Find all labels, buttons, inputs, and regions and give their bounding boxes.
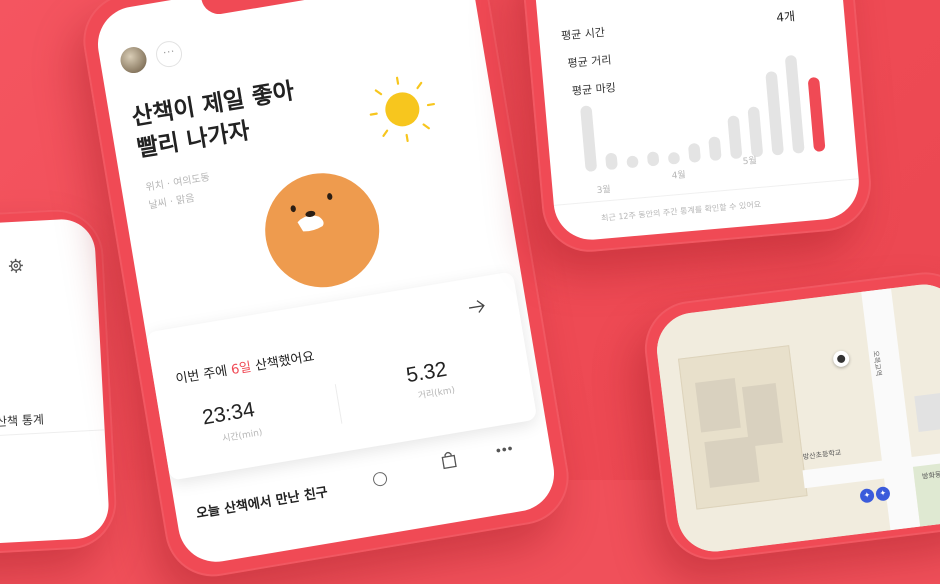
location-text: 위치 · 여의도동 (144, 168, 210, 193)
left-phone-screen: 산책 통계 (0, 218, 110, 547)
weekly-days-count: 6일 (230, 360, 252, 378)
weekly-summary-card[interactable]: 이번 주에 6일 산책했어요 23:34 시간(min) 5.32 거리(km) (146, 271, 538, 480)
more-button[interactable]: ··· (154, 39, 184, 69)
section-title: 오늘 산책에서 만난 친구 (194, 481, 328, 522)
chart-bar (668, 152, 681, 165)
stats-phone-screen: 평균 시간 4개 평균 거리 평균 마킹 3월 4월 5월 최근 12주 동안의… (532, 0, 862, 243)
more-tab-icon[interactable]: ••• (495, 440, 515, 459)
chart-bar (626, 155, 639, 168)
chart-bar (647, 151, 660, 166)
chart-bar (785, 55, 805, 154)
gear-icon[interactable] (8, 257, 25, 274)
shopping-bag-icon[interactable] (439, 449, 458, 469)
avg-time-label: 평균 시간 (560, 24, 605, 44)
map-phone: 방산초등학교 오목교역 방화동대전유초교 ✦ ✦ (639, 267, 940, 565)
footnote: 최근 12주 동안의 주간 통계를 확인할 수 있어요 (601, 199, 762, 224)
chart-bar (727, 115, 742, 159)
map-block (678, 345, 808, 510)
weekly-bar-chart (571, 31, 831, 172)
arrow-right-icon[interactable] (467, 298, 487, 315)
home-tab-icon[interactable] (372, 471, 388, 487)
chart-bar (605, 152, 618, 170)
main-phone-screen: ··· 산책이 제일 좋아 빨리 나가자 위치 · 여의도동 날씨 · 맑음 (92, 0, 560, 568)
chart-bar (688, 143, 701, 163)
x-label-may: 5월 (742, 153, 757, 167)
left-phone: 산책 통계 (0, 207, 119, 556)
avg-time-value: 4개 (776, 7, 796, 26)
avatar[interactable] (119, 45, 149, 75)
chart-bar (708, 136, 722, 161)
map-phone-screen: 방산초등학교 오목교역 방화동대전유초교 ✦ ✦ (653, 280, 940, 556)
notch (200, 0, 362, 17)
main-phone: ··· 산책이 제일 좋아 빨리 나가자 위치 · 여의도동 날씨 · 맑음 (76, 0, 576, 584)
sun-icon (359, 66, 447, 154)
x-label-april: 4월 (671, 167, 686, 181)
stat-divider (335, 384, 343, 424)
divider (0, 429, 110, 436)
chart-bar (765, 71, 784, 156)
chart-bar-current (808, 77, 826, 152)
map-building (914, 391, 940, 432)
chart-bar (747, 106, 763, 157)
stats-menu-label[interactable]: 산책 통계 (0, 411, 44, 430)
stats-phone: 평균 시간 4개 평균 거리 평균 마킹 3월 4월 5월 최근 12주 동안의… (519, 0, 875, 256)
time-value: 23:34 (201, 398, 257, 430)
weekly-heading: 이번 주에 6일 산책했어요 (174, 345, 315, 387)
weekly-heading-suffix: 산책했어요 (250, 349, 316, 374)
weekly-heading-prefix: 이번 주에 (175, 363, 233, 387)
x-label-march: 3월 (596, 182, 611, 196)
chart-bar (580, 105, 597, 172)
map-building (704, 436, 759, 488)
map-building (695, 378, 741, 433)
time-label: 시간(min) (221, 425, 263, 445)
